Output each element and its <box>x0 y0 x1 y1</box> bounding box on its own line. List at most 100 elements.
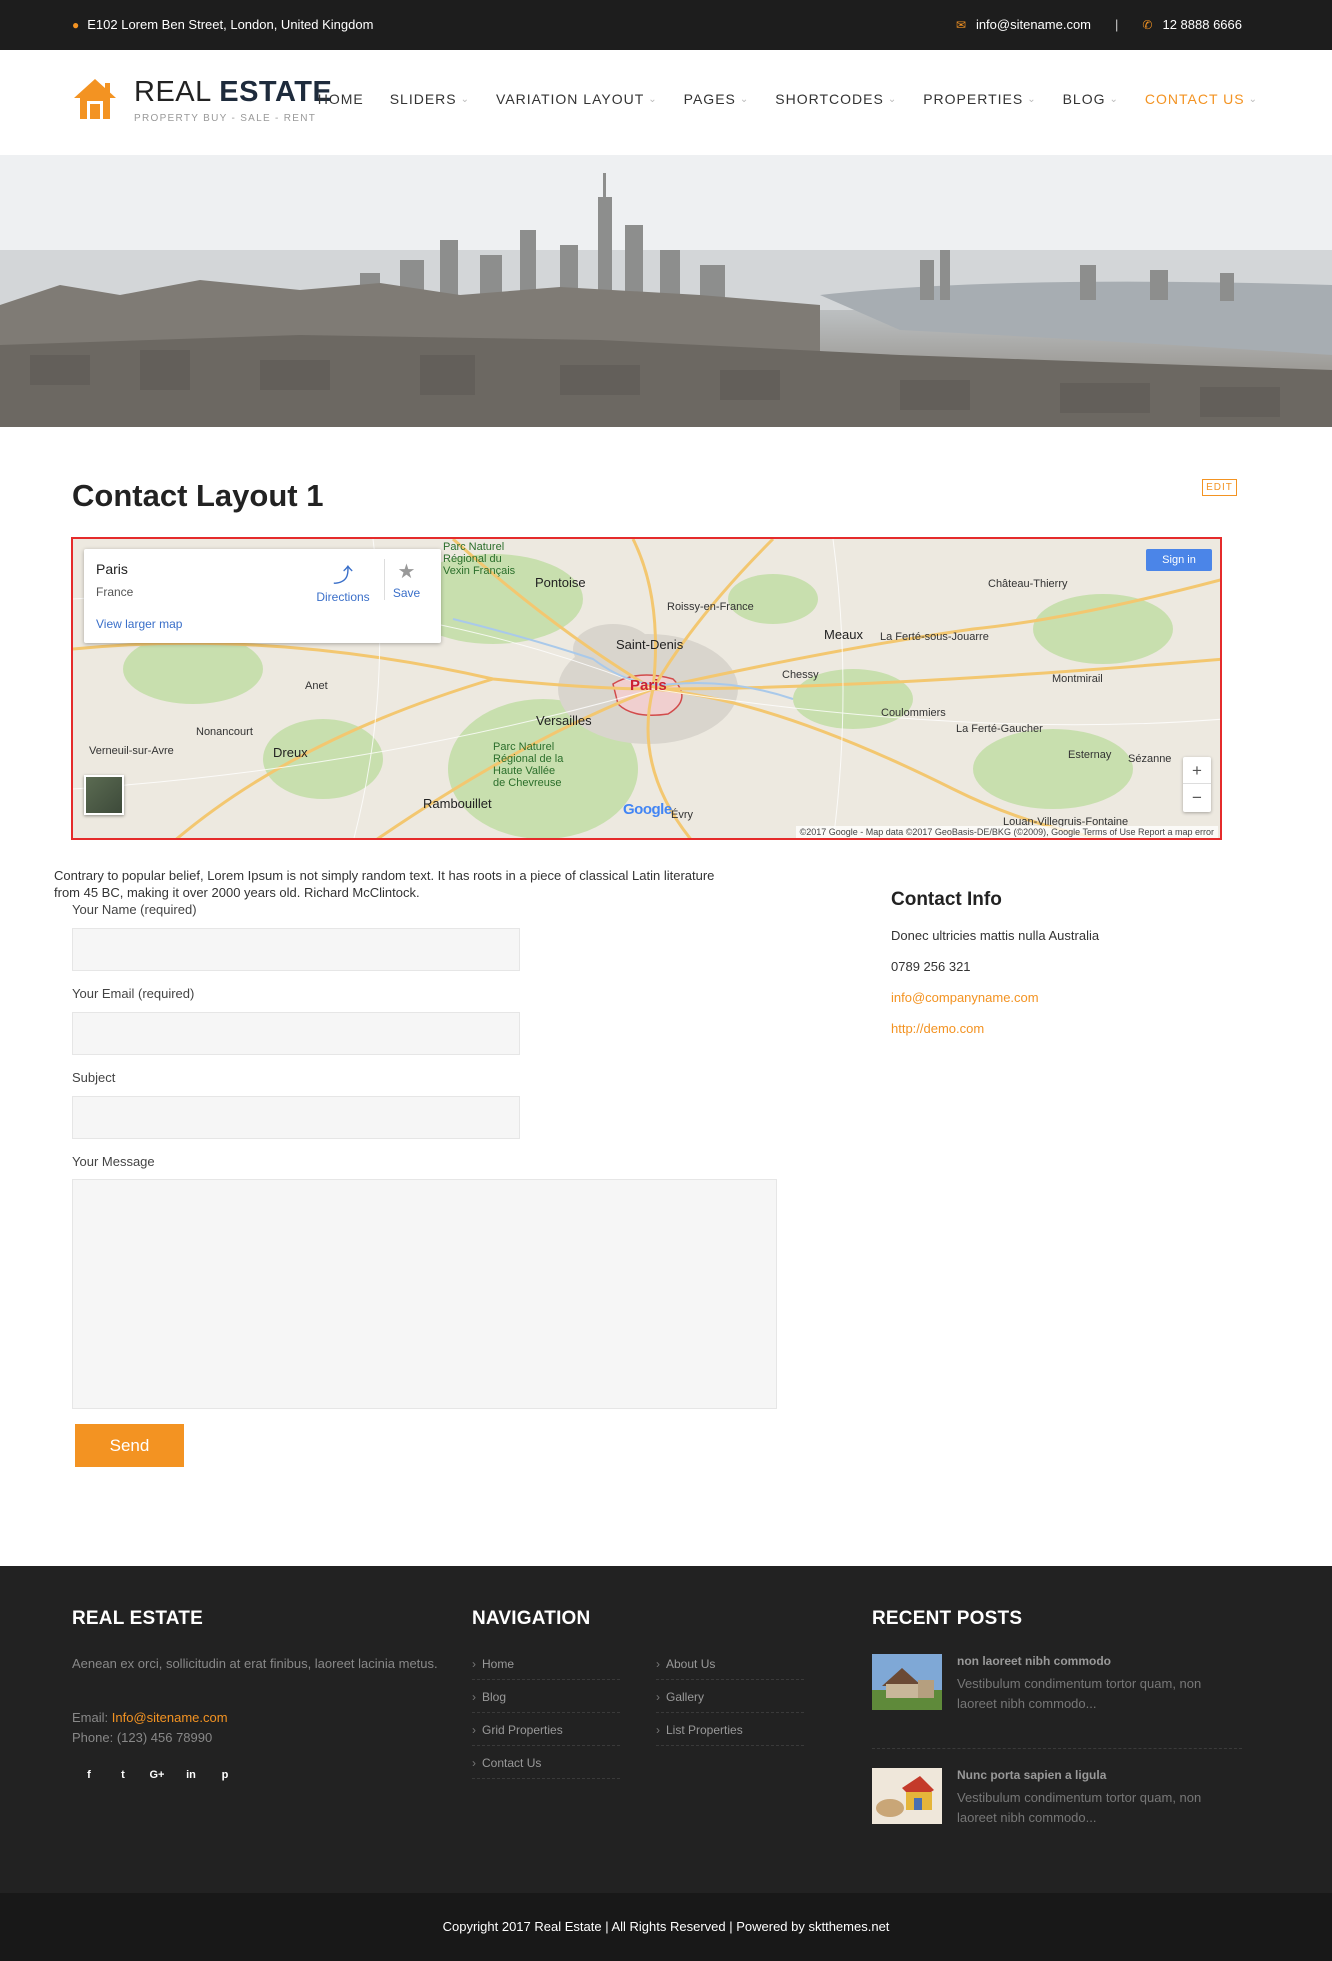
contact-info-email[interactable]: info@companyname.com <box>891 990 1039 1005</box>
footer-nav-list-properties[interactable]: › List Properties <box>656 1719 804 1746</box>
contact-info-phone: 0789 256 321 <box>891 959 971 974</box>
zoom-in-button[interactable]: + <box>1183 757 1211 784</box>
footer-nav-about-us[interactable]: › About Us <box>656 1653 804 1680</box>
map-place-label: Nonancourt <box>196 726 253 738</box>
recent-post[interactable]: non laoreet nibh commodo Vestibulum cond… <box>872 1654 1242 1714</box>
satellite-toggle[interactable] <box>84 775 124 815</box>
topbar-email[interactable]: info@sitename.com <box>976 17 1091 32</box>
email-input[interactable] <box>72 1012 520 1055</box>
google-plus-icon[interactable]: G+ <box>140 1764 174 1786</box>
topbar-address: ● E102 Lorem Ben Street, London, United … <box>72 17 373 32</box>
nav-home[interactable]: HOME <box>318 91 364 107</box>
social-links: f t G+ in p <box>72 1764 242 1786</box>
map-place-card: Paris France View larger map ⤴ Direction… <box>84 549 441 643</box>
map-place-label: La Ferté-sous-Jouarre <box>880 631 989 643</box>
house-icon <box>74 79 116 119</box>
chevron-right-icon: › <box>656 1690 660 1704</box>
chevron-down-icon: ⌄ <box>460 93 471 105</box>
twitter-icon[interactable]: t <box>106 1764 140 1786</box>
subject-input[interactable] <box>72 1096 520 1139</box>
topbar-phone: 12 8888 6666 <box>1162 17 1242 32</box>
send-button[interactable]: Send <box>75 1424 184 1467</box>
nav-pages[interactable]: PAGES ⌄ <box>684 91 750 107</box>
nav-blog[interactable]: BLOG ⌄ <box>1063 91 1119 107</box>
site-footer: REAL ESTATE Aenean ex orci, sollicitudin… <box>0 1566 1332 1893</box>
message-textarea[interactable] <box>72 1179 777 1409</box>
map-place-label: La Ferté-Gaucher <box>956 723 1043 735</box>
chevron-down-icon: ⌄ <box>1109 93 1119 105</box>
view-larger-map-link[interactable]: View larger map <box>96 617 182 631</box>
footer-nav-home[interactable]: › Home <box>472 1653 620 1680</box>
page-title: Contact Layout 1 <box>72 478 324 513</box>
nav-variation-layout[interactable]: VARIATION LAYOUT ⌄ <box>496 91 658 107</box>
post-thumbnail <box>872 1768 942 1824</box>
map-place-label: Rambouillet <box>423 796 492 811</box>
site-header: REAL ESTATE PROPERTY BUY - SALE - RENT H… <box>0 50 1332 155</box>
post-thumbnail <box>872 1654 942 1710</box>
save-button[interactable]: ★ Save <box>384 559 428 600</box>
map-place-label: Versailles <box>536 713 592 728</box>
logo-tagline: PROPERTY BUY - SALE - RENT <box>134 113 317 124</box>
footer-email-link[interactable]: Info@sitename.com <box>112 1710 228 1725</box>
envelope-icon: ✉ <box>955 17 966 32</box>
directions-button[interactable]: ⤴ Directions <box>312 559 374 604</box>
post-excerpt: Vestibulum condimentum tortor quam, non … <box>957 1676 1202 1711</box>
nav-properties[interactable]: PROPERTIES ⌄ <box>923 91 1036 107</box>
chevron-right-icon: › <box>656 1723 660 1737</box>
post-title[interactable]: Nunc porta sapien a ligula <box>957 1768 1106 1782</box>
zoom-out-button[interactable]: − <box>1183 784 1211 811</box>
map-attribution: ©2017 Google - Map data ©2017 GeoBasis-D… <box>795 826 1218 838</box>
google-logo: Google <box>623 801 672 818</box>
top-bar: ● E102 Lorem Ben Street, London, United … <box>0 0 1332 50</box>
map-place-label: Esternay <box>1068 749 1112 761</box>
footer-nav-contact-us[interactable]: › Contact Us <box>472 1752 620 1779</box>
intro-text: Contrary to popular belief, Lorem Ipsum … <box>54 868 715 900</box>
name-input[interactable] <box>72 928 520 971</box>
message-label: Your Message <box>72 1154 155 1169</box>
chevron-right-icon: › <box>656 1657 660 1671</box>
map-place-label: Coulommiers <box>881 707 946 719</box>
map-place-label: Pontoise <box>535 575 586 590</box>
map-place-label: Château-Thierry <box>988 578 1068 590</box>
topbar-address-text: E102 Lorem Ben Street, London, United Ki… <box>87 17 374 32</box>
map-zoom-control: + − <box>1183 757 1211 812</box>
chevron-right-icon: › <box>472 1657 476 1671</box>
nav-shortcodes[interactable]: SHORTCODES ⌄ <box>775 91 897 107</box>
recent-post[interactable]: Nunc porta sapien a ligula Vestibulum co… <box>872 1768 1242 1828</box>
copyright-bar: Copyright 2017 Real Estate | All Rights … <box>0 1893 1332 1961</box>
map-place-label: Montmirail <box>1052 673 1103 685</box>
map-sign-in-button[interactable]: Sign in <box>1146 549 1212 571</box>
map-card-city: Paris <box>96 561 128 577</box>
map-place-label: Sézanne <box>1128 753 1172 765</box>
footer-about-title: REAL ESTATE <box>72 1608 203 1629</box>
chevron-down-icon: ⌄ <box>1248 93 1258 105</box>
map-place-label: Meaux <box>824 627 864 642</box>
map-place-label: Verneuil-sur-Avre <box>89 745 174 757</box>
footer-phone: Phone: (123) 456 78990 <box>72 1730 213 1745</box>
edit-button[interactable]: EDIT <box>1202 479 1237 496</box>
post-title[interactable]: non laoreet nibh commodo <box>957 1654 1111 1668</box>
pinterest-icon[interactable]: p <box>208 1764 242 1786</box>
linkedin-icon[interactable]: in <box>174 1764 208 1786</box>
nav-contact-us[interactable]: CONTACT US ⌄ <box>1145 91 1258 107</box>
topbar-contacts: ✉ info@sitename.com | ✆ 12 8888 6666 <box>956 17 1242 32</box>
map-place-label: Paris <box>630 677 667 694</box>
map-place-label: Roissy-en-France <box>667 601 754 613</box>
chevron-down-icon: ⌄ <box>739 93 750 105</box>
google-map[interactable]: Parc Naturel Régional du Vexin Français Po… <box>71 537 1222 840</box>
topbar-divider: | <box>1115 17 1119 32</box>
facebook-icon[interactable]: f <box>72 1764 106 1786</box>
email-label: Your Email (required) <box>72 986 195 1001</box>
footer-nav-gallery[interactable]: › Gallery <box>656 1686 804 1713</box>
chevron-down-icon: ⌄ <box>1027 93 1037 105</box>
chevron-down-icon: ⌄ <box>648 93 658 105</box>
hero-banner-image <box>0 155 1332 427</box>
post-excerpt: Vestibulum condimentum tortor quam, non … <box>957 1790 1202 1825</box>
footer-nav-title: NAVIGATION <box>472 1608 591 1629</box>
nav-sliders[interactable]: SLIDERS ⌄ <box>390 91 470 107</box>
map-place-label: Évry <box>671 809 693 821</box>
post-divider <box>872 1748 1242 1749</box>
footer-nav-blog[interactable]: › Blog <box>472 1686 620 1713</box>
contact-info-website[interactable]: http://demo.com <box>891 1021 984 1036</box>
footer-nav-grid-properties[interactable]: › Grid Properties <box>472 1719 620 1746</box>
